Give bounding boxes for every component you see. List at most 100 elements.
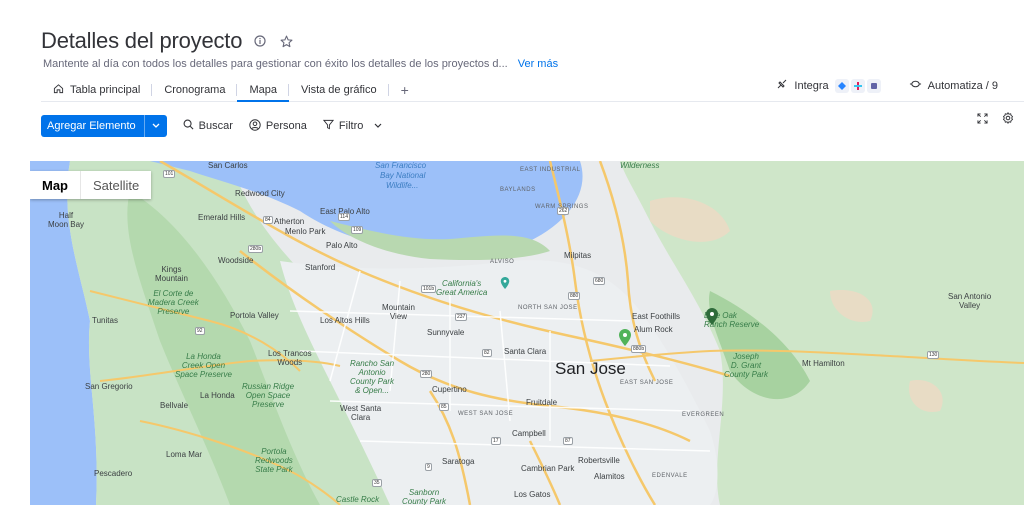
place-label: EDENVALE xyxy=(652,473,688,479)
person-filter-button[interactable]: Persona xyxy=(249,118,307,134)
see-more-link[interactable]: Ver más xyxy=(518,58,558,70)
place-label: Redwood City xyxy=(235,189,285,198)
place-label: Cambrian Park xyxy=(521,464,575,473)
place-label: Joseph D. Grant County Park xyxy=(724,352,769,379)
highway-shield: 880 xyxy=(568,292,581,300)
chevron-down-icon[interactable] xyxy=(374,120,382,132)
toolbar-right xyxy=(977,111,1014,129)
place-label: Mt Hamilton xyxy=(802,359,845,368)
filter-label: Filtro xyxy=(338,120,364,132)
highway-shield: 680 xyxy=(593,277,606,285)
filter-button[interactable]: Filtro xyxy=(322,119,382,133)
place-label: Cupertino xyxy=(432,385,467,394)
place-label: East Foothills xyxy=(632,312,681,321)
highway-shield: 82 xyxy=(482,349,492,357)
place-label: Atherton xyxy=(274,217,305,226)
highway-shield: 9 xyxy=(425,463,432,471)
map-type-map[interactable]: Map xyxy=(30,171,80,199)
tab-label: Vista de gráfico xyxy=(301,83,377,96)
place-label: West Santa Clara xyxy=(340,404,382,422)
tab-label: Mapa xyxy=(249,83,277,96)
highway-shield: 237 xyxy=(455,313,468,321)
tab-timeline[interactable]: Cronograma xyxy=(152,78,238,101)
place-label: Palo Alto xyxy=(326,241,358,250)
highway-shield: 109 xyxy=(351,226,364,234)
place-label: Wilderness xyxy=(620,161,660,170)
highway-shield: 280b xyxy=(248,245,264,253)
place-label: San Carlos xyxy=(208,161,248,170)
place-label: Saratoga xyxy=(442,457,475,466)
place-label: Russian Ridge Open Space Preserve xyxy=(242,382,295,409)
add-view-button[interactable]: + xyxy=(389,78,421,101)
teams-icon xyxy=(866,78,881,93)
new-item-button[interactable]: Agregar Elemento xyxy=(41,115,167,137)
place-label: EAST INDUSTRIAL xyxy=(520,167,581,173)
integrate-button[interactable]: Integra xyxy=(776,78,881,93)
highway-shield: 262 xyxy=(557,207,570,215)
highway-shield: 17 xyxy=(491,437,501,445)
person-icon xyxy=(249,118,261,134)
place-label: BAYLANDS xyxy=(500,187,536,193)
automate-label: Automatiza / 9 xyxy=(927,79,998,92)
place-label: Sanborn County Park xyxy=(402,488,447,505)
integrate-label: Integra xyxy=(794,79,829,92)
highway-shield: 92 xyxy=(195,327,205,335)
board-toolbar: Agregar Elemento Buscar Persona Filtro xyxy=(41,115,1024,137)
city-label-san-jose: San Jose xyxy=(555,359,626,378)
place-label: Fruitdale xyxy=(526,398,558,407)
highway-shield: 85 xyxy=(439,403,449,411)
info-icon[interactable] xyxy=(252,33,268,49)
tab-chart-view[interactable]: Vista de gráfico xyxy=(289,78,389,101)
tab-main-table[interactable]: Tabla principal xyxy=(41,78,153,101)
place-label: Wildlife... xyxy=(386,181,419,190)
integration-badges xyxy=(834,78,881,93)
highway-shield: 280 xyxy=(420,370,433,378)
place-label: La Honda Creek Open Space Preserve xyxy=(175,352,232,379)
place-label: California's Great America xyxy=(436,279,488,297)
place-label: Castle Rock xyxy=(336,495,380,504)
search-button[interactable]: Buscar xyxy=(183,119,233,133)
place-label: Sunnyvale xyxy=(427,328,465,337)
map-type-toggle: Map Satellite xyxy=(30,171,152,199)
place-label: Portola Valley xyxy=(230,311,279,320)
fullscreen-icon[interactable] xyxy=(977,111,988,129)
new-item-label: Agregar Elemento xyxy=(47,120,136,132)
place-label: Alum Rock xyxy=(634,325,673,334)
place-label: San Francisco xyxy=(375,161,427,170)
place-label: San Antonio Valley xyxy=(948,292,992,310)
search-icon xyxy=(183,119,194,133)
map-type-satellite[interactable]: Satellite xyxy=(80,171,151,199)
automate-icon xyxy=(909,78,922,93)
highway-shield: 101 xyxy=(163,170,176,178)
place-label: Campbell xyxy=(512,429,546,438)
description-text: Mantente al día con todos los detalles p… xyxy=(43,58,508,70)
page-title: Detalles del proyecto xyxy=(41,28,243,53)
place-label: Half Moon Bay xyxy=(48,211,85,229)
jira-icon xyxy=(834,78,849,93)
place-label: WEST SAN JOSE xyxy=(458,411,514,417)
home-icon xyxy=(53,83,64,97)
place-label: Pescadero xyxy=(94,469,133,478)
highway-shield: 130 xyxy=(927,351,940,359)
place-label: Bellvale xyxy=(160,401,189,410)
place-label: Los Gatos xyxy=(514,490,551,499)
highway-shield: 35 xyxy=(372,479,382,487)
map-view[interactable]: Map Satellite San Carlos San Francisco B… xyxy=(30,161,1024,505)
board-description: Mantente al día con todos los detalles p… xyxy=(43,58,558,70)
place-label: La Honda xyxy=(200,391,235,400)
place-label: Bay National xyxy=(380,171,426,180)
place-label: Rancho San Antonio County Park & Open... xyxy=(350,359,395,395)
chevron-down-icon[interactable] xyxy=(143,115,167,137)
tab-label: Tabla principal xyxy=(70,83,141,96)
star-icon[interactable] xyxy=(278,33,294,49)
place-label: Tunitas xyxy=(92,316,118,325)
settings-icon[interactable] xyxy=(1002,111,1014,129)
place-label: Woodside xyxy=(218,256,254,265)
highway-shield: 87 xyxy=(563,437,573,445)
slack-icon xyxy=(850,78,865,93)
tab-map[interactable]: Mapa xyxy=(237,78,289,102)
place-label: Robertsville xyxy=(578,456,620,465)
highway-shield: 84 xyxy=(263,216,273,224)
automate-button[interactable]: Automatiza / 9 xyxy=(909,78,998,93)
place-label: Kings Mountain xyxy=(155,265,188,283)
